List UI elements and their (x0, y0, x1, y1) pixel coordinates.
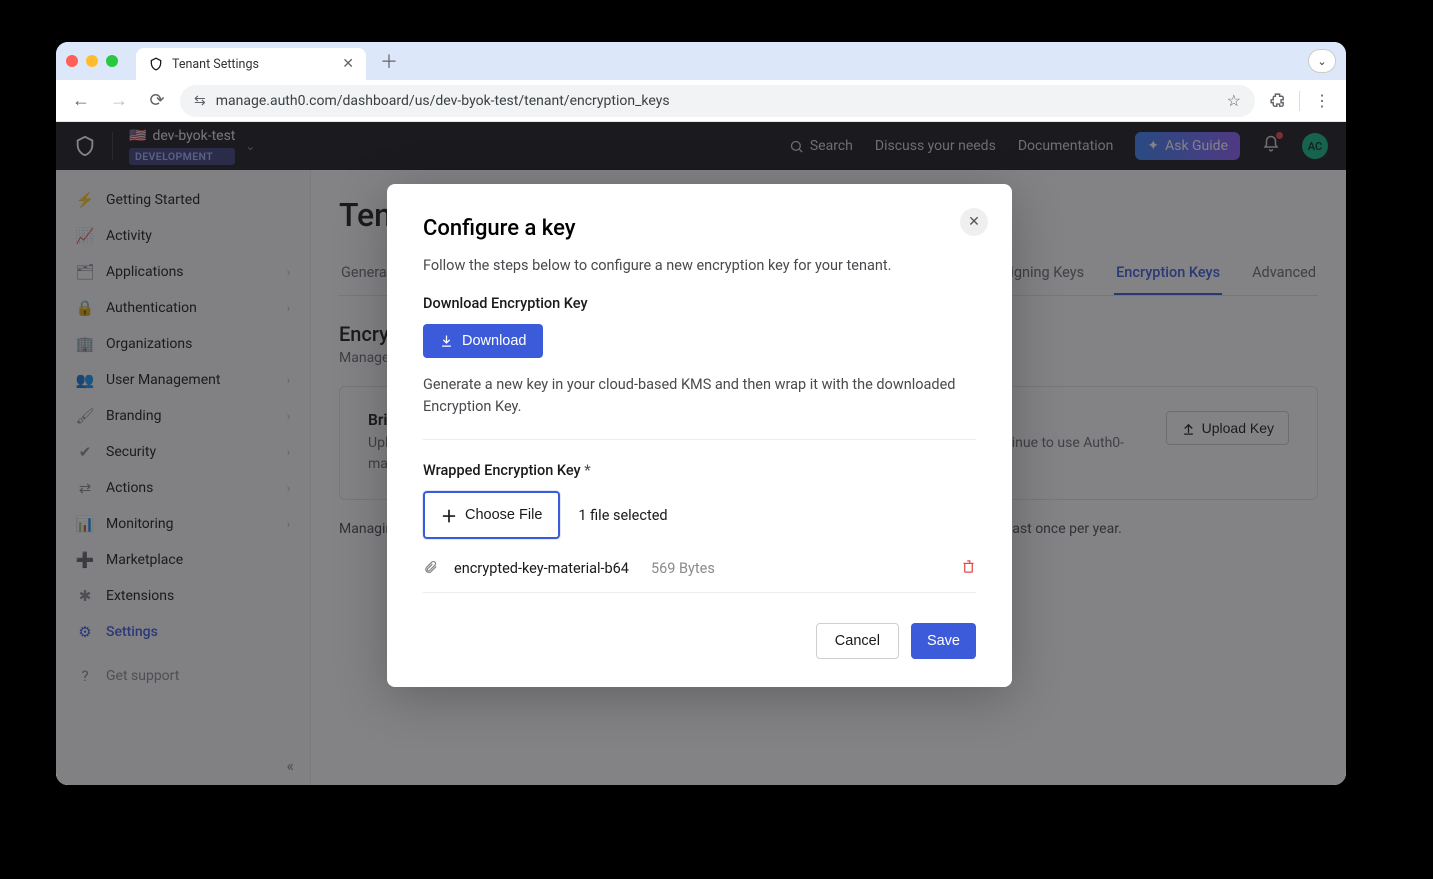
cancel-button[interactable]: Cancel (816, 623, 899, 659)
required-asterisk: * (584, 462, 590, 479)
browser-tab[interactable]: Tenant Settings ✕ (136, 48, 366, 80)
window-min-dot[interactable] (86, 55, 98, 67)
bookmark-star-icon[interactable]: ☆ (1227, 91, 1241, 110)
configure-key-modal: ✕ Configure a key Follow the steps below… (387, 184, 1012, 687)
address-bar[interactable]: ⇆ manage.auth0.com/dashboard/us/dev-byok… (180, 85, 1255, 117)
file-item: encrypted-key-material-b64 569 Bytes (423, 559, 976, 578)
modal-title: Configure a key (423, 216, 976, 241)
wrapped-key-label: Wrapped Encryption Key * (423, 462, 976, 479)
modal-divider (423, 439, 976, 440)
window-close-dot[interactable] (66, 55, 78, 67)
new-tab-button[interactable]: ＋ (374, 48, 404, 74)
file-size: 569 Bytes (651, 560, 715, 577)
browser-menu-icon[interactable]: ⋮ (1308, 87, 1336, 115)
nav-reload-button[interactable]: ⟳ (142, 86, 172, 116)
tab-close-icon[interactable]: ✕ (342, 56, 354, 72)
file-name: encrypted-key-material-b64 (454, 560, 629, 577)
choose-file-button[interactable]: ＋ Choose File (423, 491, 560, 539)
download-button[interactable]: Download (423, 324, 543, 358)
extensions-icon[interactable] (1263, 87, 1291, 115)
download-section-label: Download Encryption Key (423, 295, 976, 312)
modal-close-button[interactable]: ✕ (960, 208, 988, 236)
toolbar-divider (1299, 91, 1300, 111)
file-list: encrypted-key-material-b64 569 Bytes (423, 559, 976, 593)
tabs-dropdown-button[interactable]: ⌄ (1308, 49, 1336, 73)
plus-icon: ＋ (441, 503, 457, 527)
modal-intro: Follow the steps below to configure a ne… (423, 255, 976, 277)
browser-toolbar: ← → ⟳ ⇆ manage.auth0.com/dashboard/us/de… (56, 80, 1346, 122)
paperclip-icon (423, 559, 438, 578)
delete-file-button[interactable] (961, 559, 976, 578)
nav-forward-button: → (104, 86, 134, 116)
app-root: 🇺🇸 dev-byok-test DEVELOPMENT ⌄ Search Di… (56, 122, 1346, 785)
site-settings-icon[interactable]: ⇆ (194, 93, 206, 109)
tab-favicon (148, 56, 164, 72)
browser-tab-strip: Tenant Settings ✕ ＋ ⌄ (56, 42, 1346, 80)
window-max-dot[interactable] (106, 55, 118, 67)
browser-window: Tenant Settings ✕ ＋ ⌄ ← → ⟳ ⇆ manage.aut… (56, 42, 1346, 785)
file-selected-text: 1 file selected (578, 507, 667, 524)
address-url: manage.auth0.com/dashboard/us/dev-byok-t… (216, 93, 670, 109)
download-help: Generate a new key in your cloud-based K… (423, 374, 976, 418)
tab-title: Tenant Settings (172, 57, 259, 72)
nav-back-button[interactable]: ← (66, 86, 96, 116)
download-label: Download (462, 333, 527, 349)
save-button[interactable]: Save (911, 623, 976, 659)
choose-file-label: Choose File (465, 507, 542, 523)
